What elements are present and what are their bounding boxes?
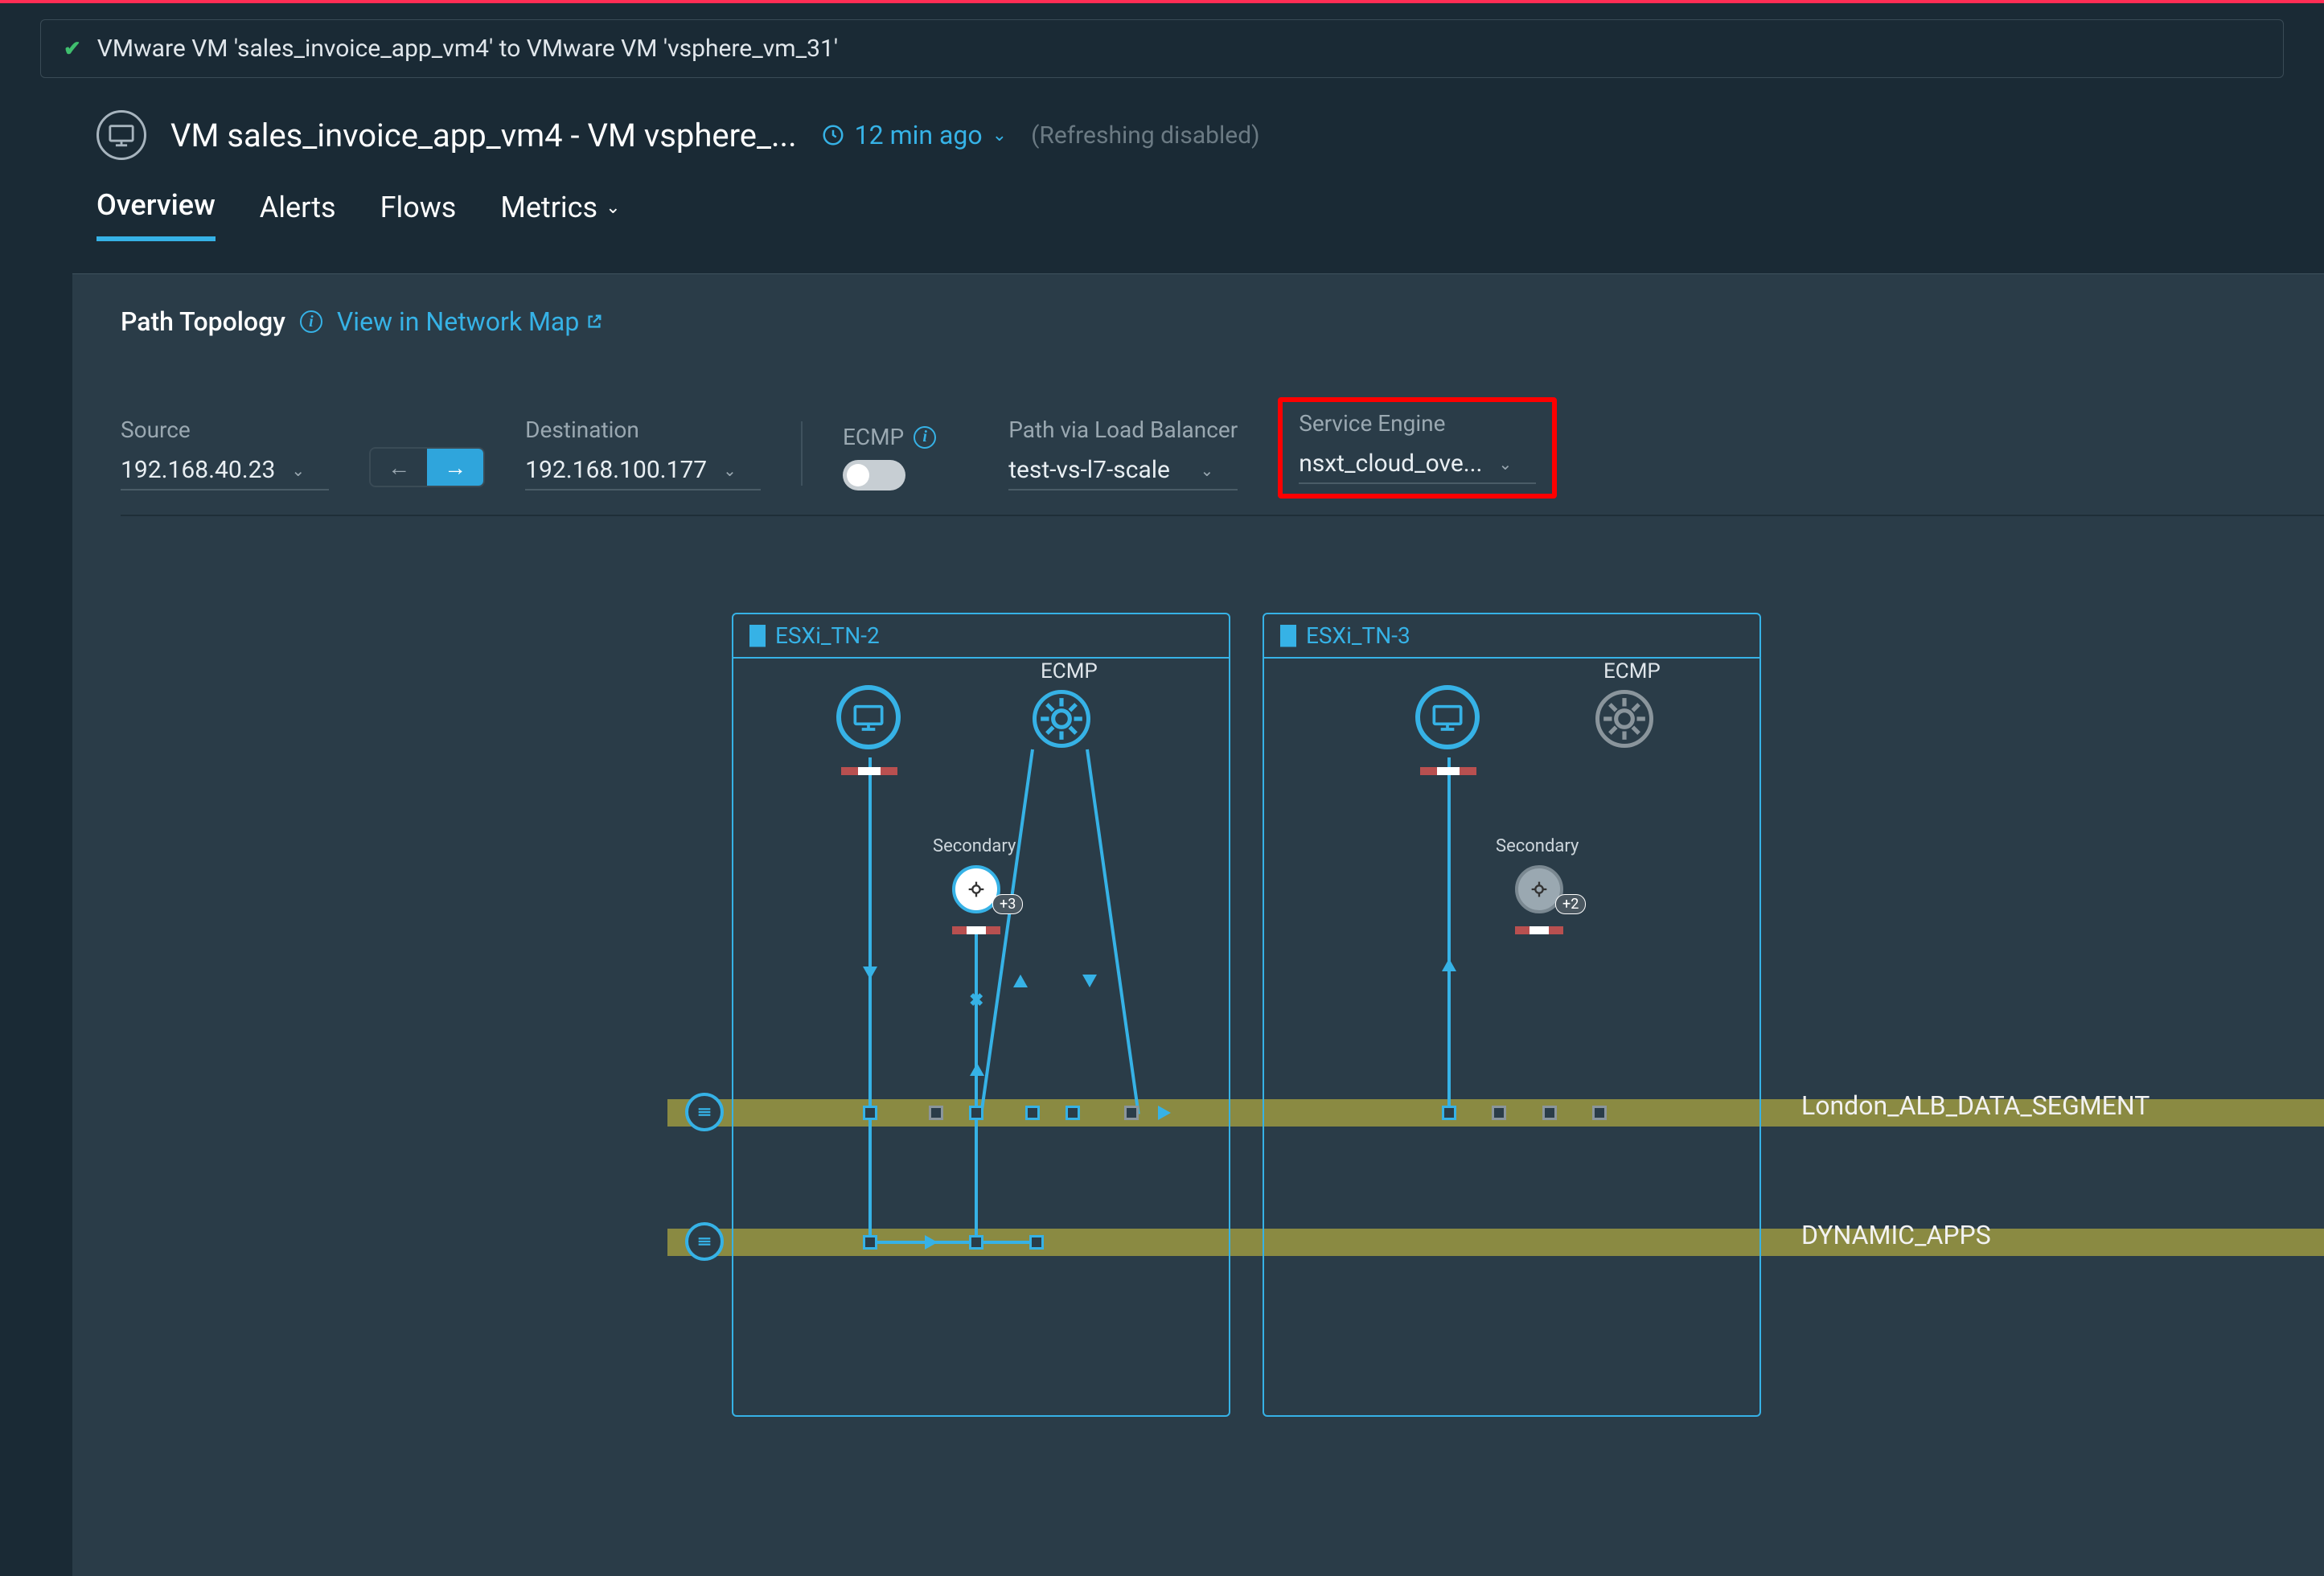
breadcrumb-bar[interactable]: ✔ VMware VM 'sales_invoice_app_vm4' to V… bbox=[40, 19, 2284, 78]
info-icon[interactable]: i bbox=[914, 426, 936, 449]
chevron-down-icon: ⌄ bbox=[291, 461, 305, 480]
nic-icon bbox=[952, 926, 1000, 934]
arrow-icon bbox=[1082, 975, 1097, 987]
path-lb-dropdown[interactable]: test-vs-l7-scale⌄ bbox=[1008, 453, 1238, 490]
network-icon[interactable] bbox=[685, 1093, 724, 1131]
ecmp-node-label: ECMP bbox=[1603, 659, 1661, 683]
time-ago-dropdown[interactable]: 12 min ago ⌄ bbox=[821, 120, 1007, 150]
chevron-down-icon: ⌄ bbox=[992, 125, 1007, 146]
info-icon[interactable]: i bbox=[300, 310, 322, 333]
ecmp-toggle[interactable] bbox=[843, 460, 905, 490]
path-line bbox=[872, 1241, 1033, 1244]
check-icon: ✔ bbox=[64, 37, 81, 61]
port-icon[interactable] bbox=[1592, 1106, 1607, 1120]
source-label: Source bbox=[121, 417, 329, 443]
tabs: Overview Alerts Flows Metrics ⌄ bbox=[0, 160, 2324, 241]
divider bbox=[801, 421, 803, 486]
port-icon[interactable] bbox=[969, 1235, 983, 1250]
refresh-status: (Refreshing disabled) bbox=[1031, 121, 1259, 150]
port-icon[interactable] bbox=[1442, 1106, 1456, 1120]
time-ago-text: 12 min ago bbox=[855, 120, 983, 150]
destination-label: Destination bbox=[525, 417, 761, 443]
host-header[interactable]: ESXi_TN-3 bbox=[1264, 614, 1759, 659]
nic-icon bbox=[1515, 926, 1563, 934]
vm-node-icon[interactable] bbox=[836, 685, 901, 749]
topology-diagram: ESXi_TN-2 ESXi_TN-3 bbox=[121, 613, 2324, 1497]
port-icon[interactable] bbox=[969, 1106, 983, 1120]
direction-left-button[interactable]: ← bbox=[371, 449, 427, 486]
vm-node-icon[interactable] bbox=[1415, 685, 1480, 749]
controls-row: Source 192.168.40.23⌄ ← → Destination 19… bbox=[121, 373, 2324, 516]
host-box: ESXi_TN-2 bbox=[732, 613, 1230, 1417]
breadcrumb-text: VMware VM 'sales_invoice_app_vm4' to VMw… bbox=[97, 35, 838, 63]
chevron-down-icon: ⌄ bbox=[1498, 454, 1512, 474]
port-icon[interactable] bbox=[1066, 1106, 1080, 1120]
host-name: ESXi_TN-3 bbox=[1306, 622, 1410, 649]
port-icon[interactable] bbox=[1025, 1106, 1040, 1120]
nic-icon bbox=[1420, 767, 1476, 775]
tab-overview[interactable]: Overview bbox=[96, 188, 216, 241]
ecmp-node-icon[interactable] bbox=[1033, 690, 1090, 748]
chevron-down-icon: ⌄ bbox=[606, 198, 620, 218]
host-icon bbox=[749, 625, 766, 647]
port-icon[interactable] bbox=[1124, 1106, 1139, 1120]
path-lb-label: Path via Load Balancer bbox=[1008, 417, 1238, 443]
path-line bbox=[868, 757, 872, 1243]
vm-icon bbox=[96, 110, 146, 160]
chevron-down-icon: ⌄ bbox=[1200, 461, 1213, 480]
arrow-icon bbox=[1442, 958, 1456, 971]
count-badge: +2 bbox=[1555, 894, 1586, 914]
source-dropdown[interactable]: 192.168.40.23⌄ bbox=[121, 453, 329, 490]
host-name: ESXi_TN-2 bbox=[775, 622, 880, 649]
arrow-icon bbox=[1158, 1106, 1171, 1120]
view-network-map-link[interactable]: View in Network Map bbox=[337, 306, 603, 337]
service-engine-label: Service Engine bbox=[1299, 410, 1536, 437]
network-icon[interactable] bbox=[685, 1222, 724, 1261]
path-line bbox=[1447, 757, 1451, 1113]
chevron-down-icon: ⌄ bbox=[723, 461, 737, 480]
arrow-icon bbox=[925, 1235, 938, 1250]
arrow-icon bbox=[970, 1063, 984, 1076]
port-icon[interactable] bbox=[1542, 1106, 1557, 1120]
count-badge: +3 bbox=[992, 894, 1023, 914]
destination-dropdown[interactable]: 192.168.100.177⌄ bbox=[525, 453, 761, 490]
panel-title: Path Topology bbox=[121, 306, 285, 337]
tab-alerts[interactable]: Alerts bbox=[260, 188, 336, 241]
ecmp-label: ECMP bbox=[843, 424, 904, 450]
direction-right-button[interactable]: → bbox=[427, 449, 483, 486]
external-link-icon bbox=[585, 313, 603, 330]
port-icon[interactable] bbox=[1029, 1235, 1044, 1250]
arrow-icon bbox=[863, 967, 877, 979]
arrow-icon bbox=[1013, 975, 1028, 987]
host-header[interactable]: ESXi_TN-2 bbox=[733, 614, 1229, 659]
page-title: VM sales_invoice_app_vm4 - VM vsphere_..… bbox=[170, 117, 797, 154]
segment-label[interactable]: London_ALB_DATA_SEGMENT bbox=[1801, 1090, 2149, 1121]
clock-icon bbox=[821, 123, 845, 147]
x-icon: ✖ bbox=[969, 991, 983, 1011]
tab-flows[interactable]: Flows bbox=[380, 188, 457, 241]
tab-metrics[interactable]: Metrics ⌄ bbox=[500, 188, 620, 241]
secondary-label: Secondary bbox=[933, 836, 1016, 856]
path-line bbox=[975, 934, 978, 1243]
secondary-label: Secondary bbox=[1496, 836, 1579, 856]
port-icon[interactable] bbox=[929, 1106, 943, 1120]
segment-label[interactable]: DYNAMIC_APPS bbox=[1801, 1220, 1991, 1250]
port-icon[interactable] bbox=[863, 1106, 877, 1120]
port-icon[interactable] bbox=[863, 1235, 877, 1250]
host-icon bbox=[1280, 625, 1296, 647]
service-engine-highlight: Service Engine nsxt_cloud_ove...⌄ bbox=[1278, 397, 1557, 499]
host-box: ESXi_TN-3 bbox=[1263, 613, 1761, 1417]
ecmp-node-icon[interactable] bbox=[1595, 690, 1653, 748]
nic-icon bbox=[841, 767, 897, 775]
service-engine-dropdown[interactable]: nsxt_cloud_ove...⌄ bbox=[1299, 446, 1536, 484]
direction-toggle: ← → bbox=[369, 447, 485, 487]
content-panel: Path Topology i View in Network Map Sour… bbox=[72, 273, 2324, 1576]
ecmp-node-label: ECMP bbox=[1041, 659, 1098, 683]
port-icon[interactable] bbox=[1492, 1106, 1506, 1120]
